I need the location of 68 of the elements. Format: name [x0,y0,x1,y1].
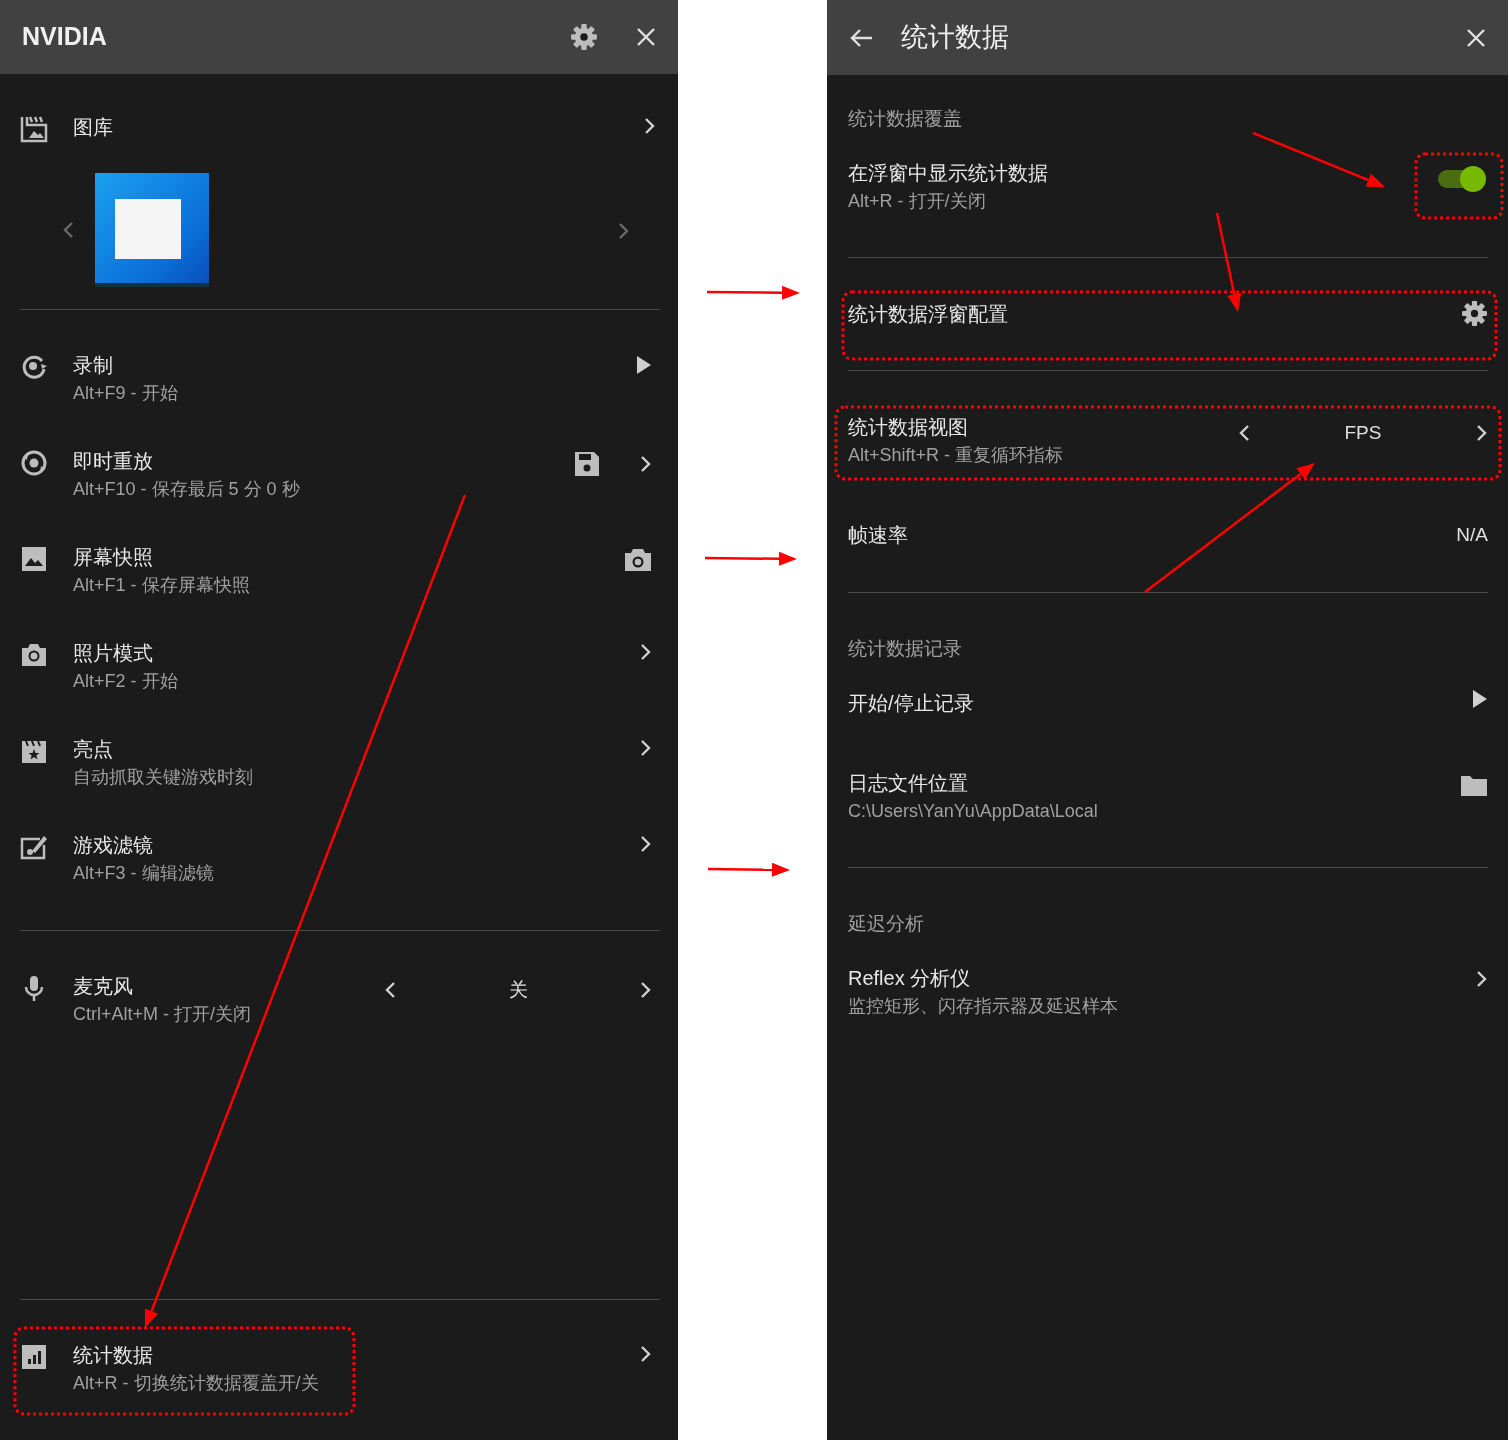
shortcut-hint: Alt+R - 切换统计数据覆盖开/关 [73,1372,319,1395]
bar-chart-icon [20,1343,48,1371]
shortcut-hint: 监控矩形、闪存指示器及延迟样本 [848,994,1118,1018]
previous-icon[interactable] [62,221,74,239]
chevron-right-icon[interactable] [640,643,652,661]
app-title: NVIDIA [22,21,107,53]
back-arrow-icon[interactable] [849,27,873,48]
next-option-icon[interactable] [640,981,652,1000]
section-heading: 统计数据覆盖 [847,107,963,131]
next-option-icon[interactable] [1476,424,1488,443]
menu-item-title[interactable]: 亮点 [73,735,253,763]
chevron-right-icon[interactable] [640,835,652,853]
menu-item-title[interactable]: 游戏滤镜 [73,831,214,859]
setting-title[interactable]: 日志文件位置 [848,768,1098,797]
close-icon[interactable] [1466,28,1486,49]
settings-icon[interactable] [570,23,598,51]
save-icon[interactable] [574,451,600,477]
toggle-switch[interactable] [1438,165,1488,193]
menu-item-title[interactable]: 录制 [73,351,178,379]
selected-value: FPS [1344,421,1382,445]
setting-title[interactable]: 统计数据视图 [848,413,1064,441]
previous-option-icon[interactable] [1238,424,1250,443]
shortcut-hint: Alt+R - 打开/关闭 [848,190,987,213]
menu-item-title[interactable]: 即时重放 [73,447,300,475]
previous-option-icon[interactable] [384,981,396,1000]
menu-item-title[interactable]: 统计数据 [73,1341,319,1369]
camera-icon[interactable] [624,547,652,573]
replay-icon [20,449,48,477]
setting-title[interactable]: 开始/停止记录 [848,688,974,717]
chevron-right-icon[interactable] [1476,969,1488,988]
gallery-icon [20,115,48,143]
image-icon [20,545,48,573]
close-icon[interactable] [636,27,656,47]
menu-item-title[interactable]: 图库 [73,113,113,141]
shortcut-hint: 自动抓取关键游戏时刻 [73,766,253,789]
chevron-right-icon[interactable] [640,1345,652,1363]
play-icon[interactable] [636,355,652,375]
folder-icon[interactable] [1460,774,1488,797]
settings-icon[interactable] [1461,300,1488,327]
chevron-right-icon[interactable] [640,739,652,757]
setting-title: 帧速率 [848,523,908,548]
edit-image-icon [20,833,48,861]
play-icon[interactable] [1472,688,1488,709]
menu-item-title[interactable]: 麦克风 [73,972,251,1000]
menu-item-title[interactable]: 照片模式 [73,639,178,667]
menu-item-title[interactable]: 屏幕快照 [73,543,250,571]
record-icon [20,353,48,381]
screenshot-thumbnail[interactable] [95,173,209,287]
value-text: N/A [1456,523,1488,547]
file-path: C:\Users\YanYu\AppData\Local [848,799,1098,823]
setting-title[interactable]: 统计数据浮窗配置 [848,300,1008,328]
selected-value: 关 [508,978,528,1002]
camera-icon [20,641,48,669]
section-heading: 统计数据记录 [847,636,963,661]
chevron-right-icon[interactable] [640,455,652,473]
panel-title: 统计数据 [901,21,1009,55]
shortcut-hint: Alt+F9 - 开始 [73,382,178,405]
section-heading: 延迟分析 [847,911,925,936]
chevron-right-icon[interactable] [644,116,656,135]
setting-title[interactable]: 在浮窗中显示统计数据 [848,159,1048,187]
shortcut-hint: Alt+F2 - 开始 [73,670,178,693]
shortcut-hint: Alt+F10 - 保存最后 5 分 0 秒 [73,478,300,501]
shortcut-hint: Ctrl+Alt+M - 打开/关闭 [73,1003,251,1026]
shortcut-hint: Alt+Shift+R - 重复循环指标 [848,444,1064,467]
setting-title[interactable]: Reflex 分析仪 [848,963,1118,992]
next-icon[interactable] [618,221,630,240]
shortcut-hint: Alt+F3 - 编辑滤镜 [73,862,214,885]
shortcut-hint: Alt+F1 - 保存屏幕快照 [73,574,250,597]
